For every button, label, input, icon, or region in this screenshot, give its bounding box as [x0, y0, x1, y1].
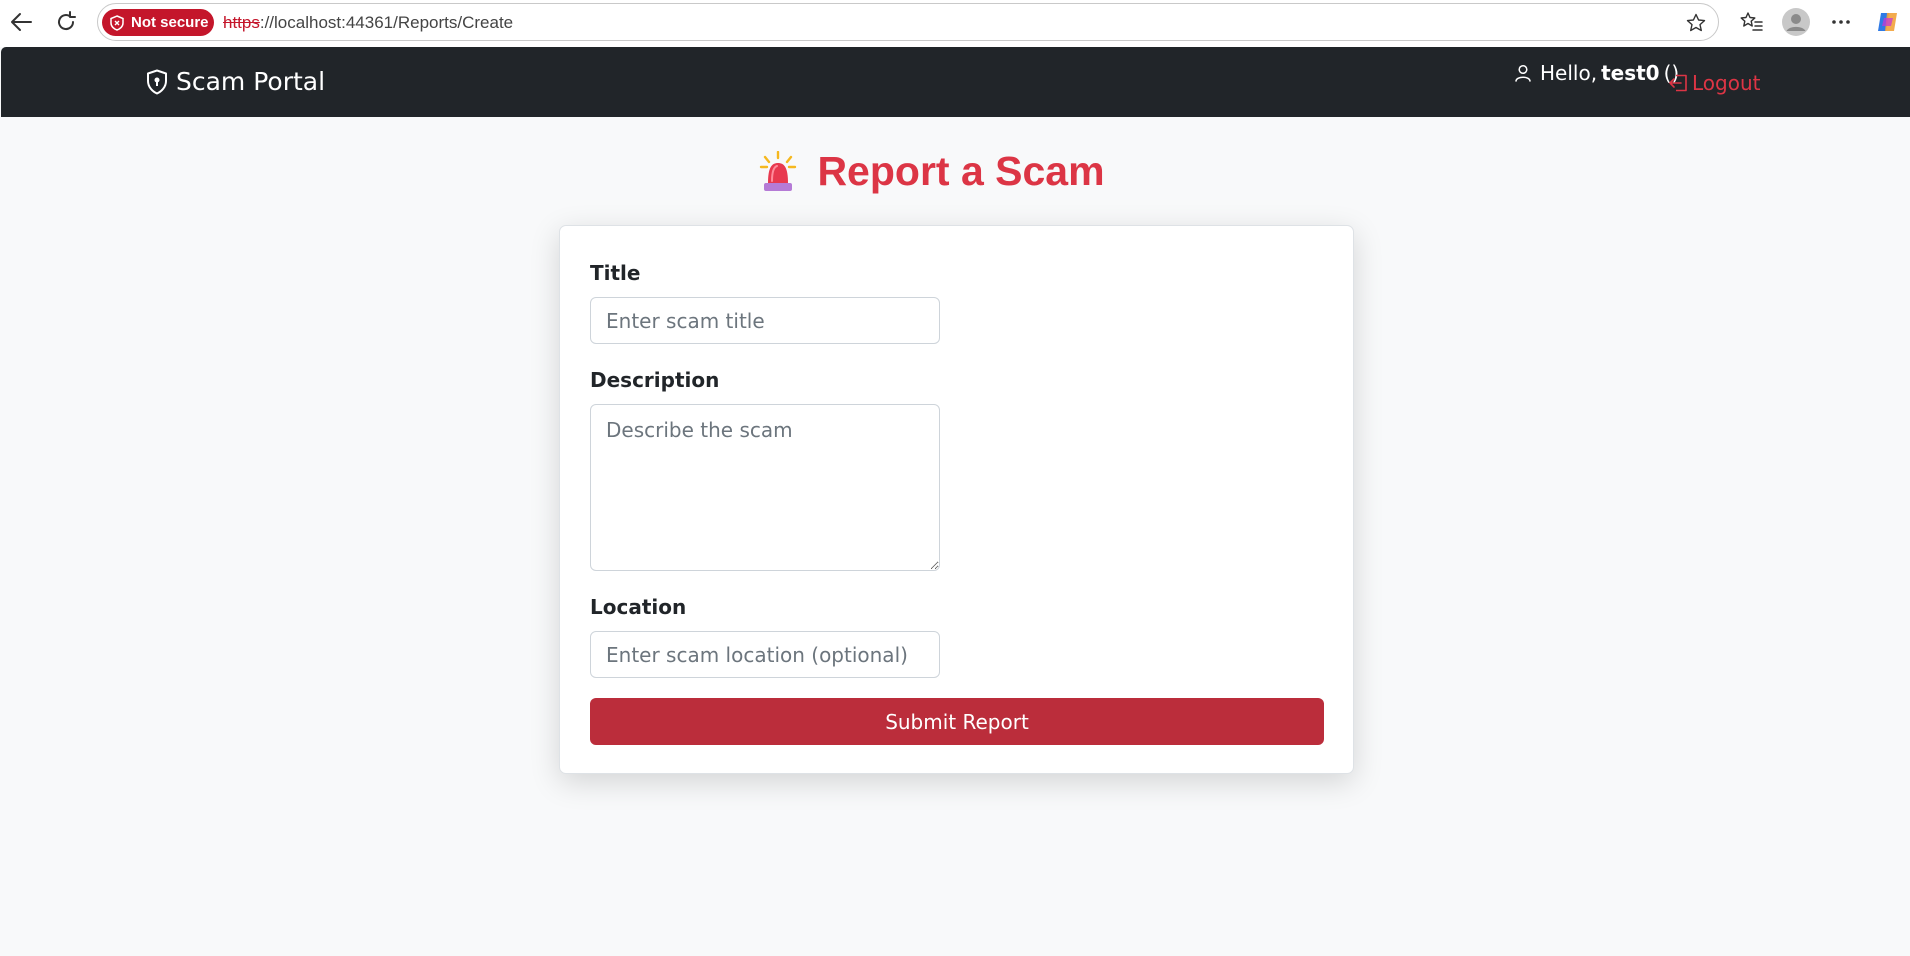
favorites-icon[interactable] — [1739, 10, 1765, 34]
url-path: ://localhost:44361/Reports/Create — [259, 13, 514, 32]
brand-link[interactable]: Scam Portal — [146, 67, 325, 96]
person-icon — [1514, 64, 1532, 82]
browser-toolbar: Not secure https://localhost:44361/Repor… — [0, 0, 1910, 47]
report-form-card: Title Description Location Submit Report — [559, 225, 1354, 774]
security-badge[interactable]: Not secure — [102, 9, 214, 36]
title-label: Title — [590, 261, 641, 285]
profile-avatar-icon[interactable] — [1781, 7, 1811, 37]
location-input[interactable] — [590, 631, 940, 678]
logout-icon — [1668, 74, 1688, 92]
page-title: Report a Scam — [0, 148, 1910, 195]
page-title-text: Report a Scam — [817, 148, 1105, 194]
description-label: Description — [590, 368, 720, 392]
security-label: Not secure — [131, 14, 209, 31]
copilot-icon[interactable] — [1874, 8, 1902, 36]
top-navbar: Scam Portal Hello, test0 () Logout — [1, 47, 1910, 117]
logout-label: Logout — [1692, 71, 1761, 95]
back-icon[interactable] — [8, 10, 34, 34]
description-textarea[interactable] — [590, 404, 940, 571]
url-scheme: https — [223, 13, 260, 32]
refresh-icon[interactable] — [53, 10, 79, 34]
address-bar[interactable]: Not secure https://localhost:44361/Repor… — [97, 3, 1719, 41]
user-greeting: Hello, test0 () — [1514, 61, 1679, 85]
location-label: Location — [590, 595, 687, 619]
favorite-star-icon[interactable] — [1685, 12, 1707, 34]
brand-name: Scam Portal — [176, 67, 326, 96]
more-options-icon[interactable] — [1828, 10, 1854, 34]
title-input[interactable] — [590, 297, 940, 344]
siren-icon — [759, 150, 797, 193]
logout-link[interactable]: Logout — [1668, 71, 1760, 95]
username: test0 — [1601, 61, 1660, 85]
submit-report-button[interactable]: Submit Report — [590, 698, 1324, 745]
warning-shield-icon — [110, 14, 124, 31]
greeting-prefix: Hello, — [1540, 61, 1598, 85]
shield-lock-icon — [146, 69, 168, 95]
url-text[interactable]: https://localhost:44361/Reports/Create — [223, 13, 513, 33]
